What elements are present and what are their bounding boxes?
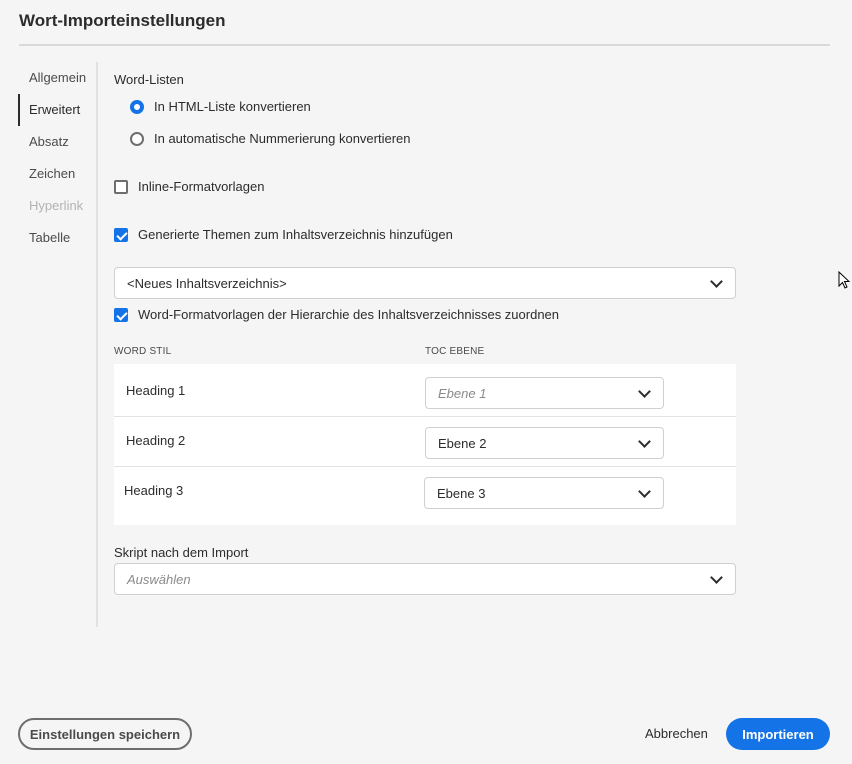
map-styles-checkbox[interactable]: Word-Formatvorlagen der Hierarchie des I… [114, 307, 559, 322]
column-header-word-style: WORD STIL [114, 346, 172, 357]
chevron-down-icon [710, 570, 723, 584]
sidebar-item-allgemein[interactable]: Allgemein [18, 62, 98, 94]
sidebar-item-zeichen[interactable]: Zeichen [18, 158, 98, 190]
radio-html-list[interactable]: In HTML-Liste konvertieren [130, 99, 311, 114]
sidebar-item-tabelle[interactable]: Tabelle [18, 222, 98, 254]
chevron-down-icon [638, 384, 651, 398]
save-settings-button[interactable]: Einstellungen speichern [18, 718, 192, 750]
table-row-word-style: Heading 2 [126, 433, 186, 448]
import-button[interactable]: Importieren [726, 718, 830, 750]
post-import-script-value: Auswählen [127, 571, 191, 587]
toc-level-select[interactable]: Ebene 2 [425, 427, 664, 459]
generated-topics-checkbox[interactable]: Generierte Themen zum Inhaltsverzeichnis… [114, 227, 453, 242]
sidebar-divider [96, 62, 98, 627]
inline-styles-label: Inline-Formatvorlagen [138, 179, 265, 194]
radio-auto-numbering-button[interactable] [130, 131, 144, 146]
toc-level-select[interactable]: Ebene 3 [424, 477, 664, 509]
mouse-cursor-icon [838, 271, 850, 289]
inline-styles-checkbox[interactable]: Inline-Formatvorlagen [114, 179, 264, 194]
chevron-down-icon [638, 434, 651, 448]
sidebar-item-hyperlink: Hyperlink [29, 198, 84, 213]
post-import-script-select[interactable]: Auswählen [114, 563, 736, 595]
chevron-down-icon [710, 274, 723, 288]
inline-styles-check-box[interactable] [114, 179, 128, 194]
toc-select[interactable]: <Neues Inhaltsverzeichnis> [114, 267, 736, 299]
sidebar: Allgemein Erweitert Absatz Zeichen Hyper… [18, 62, 98, 254]
table-row-divider [114, 466, 736, 467]
radio-auto-numbering[interactable]: In automatische Nummerierung konvertiere… [130, 131, 411, 146]
radio-html-list-button[interactable] [130, 99, 144, 114]
radio-html-list-label: In HTML-Liste konvertieren [154, 99, 311, 114]
chevron-down-icon [638, 484, 651, 498]
table-row-word-style: Heading 3 [124, 483, 184, 498]
dialog-title: Wort-Importeinstellungen [19, 11, 226, 30]
sidebar-item-erweitert[interactable]: Erweitert [18, 94, 98, 126]
toc-select-value: <Neues Inhaltsverzeichnis> [127, 275, 287, 291]
table-row-divider [114, 416, 736, 417]
generated-topics-check-box[interactable] [114, 227, 128, 242]
toc-level-select[interactable]: Ebene 1 [425, 377, 664, 409]
post-import-script-label: Skript nach dem Import [114, 545, 249, 560]
generated-topics-label: Generierte Themen zum Inhaltsverzeichnis… [138, 227, 453, 242]
title-divider [19, 44, 830, 46]
column-header-toc-level: TOC EBENE [425, 346, 485, 357]
toc-level-select-value: Ebene 2 [438, 435, 487, 451]
table-row-word-style: Heading 1 [126, 383, 186, 398]
radio-auto-numbering-label: In automatische Nummerierung konvertiere… [154, 131, 411, 146]
sidebar-item-absatz[interactable]: Absatz [18, 126, 98, 158]
word-lists-heading: Word-Listen [114, 72, 184, 87]
map-styles-check-box[interactable] [114, 307, 128, 322]
cancel-button[interactable]: Abbrechen [645, 726, 708, 741]
toc-level-select-value: Ebene 1 [438, 385, 487, 401]
map-styles-label: Word-Formatvorlagen der Hierarchie des I… [138, 307, 560, 322]
toc-level-select-value: Ebene 3 [437, 485, 486, 501]
